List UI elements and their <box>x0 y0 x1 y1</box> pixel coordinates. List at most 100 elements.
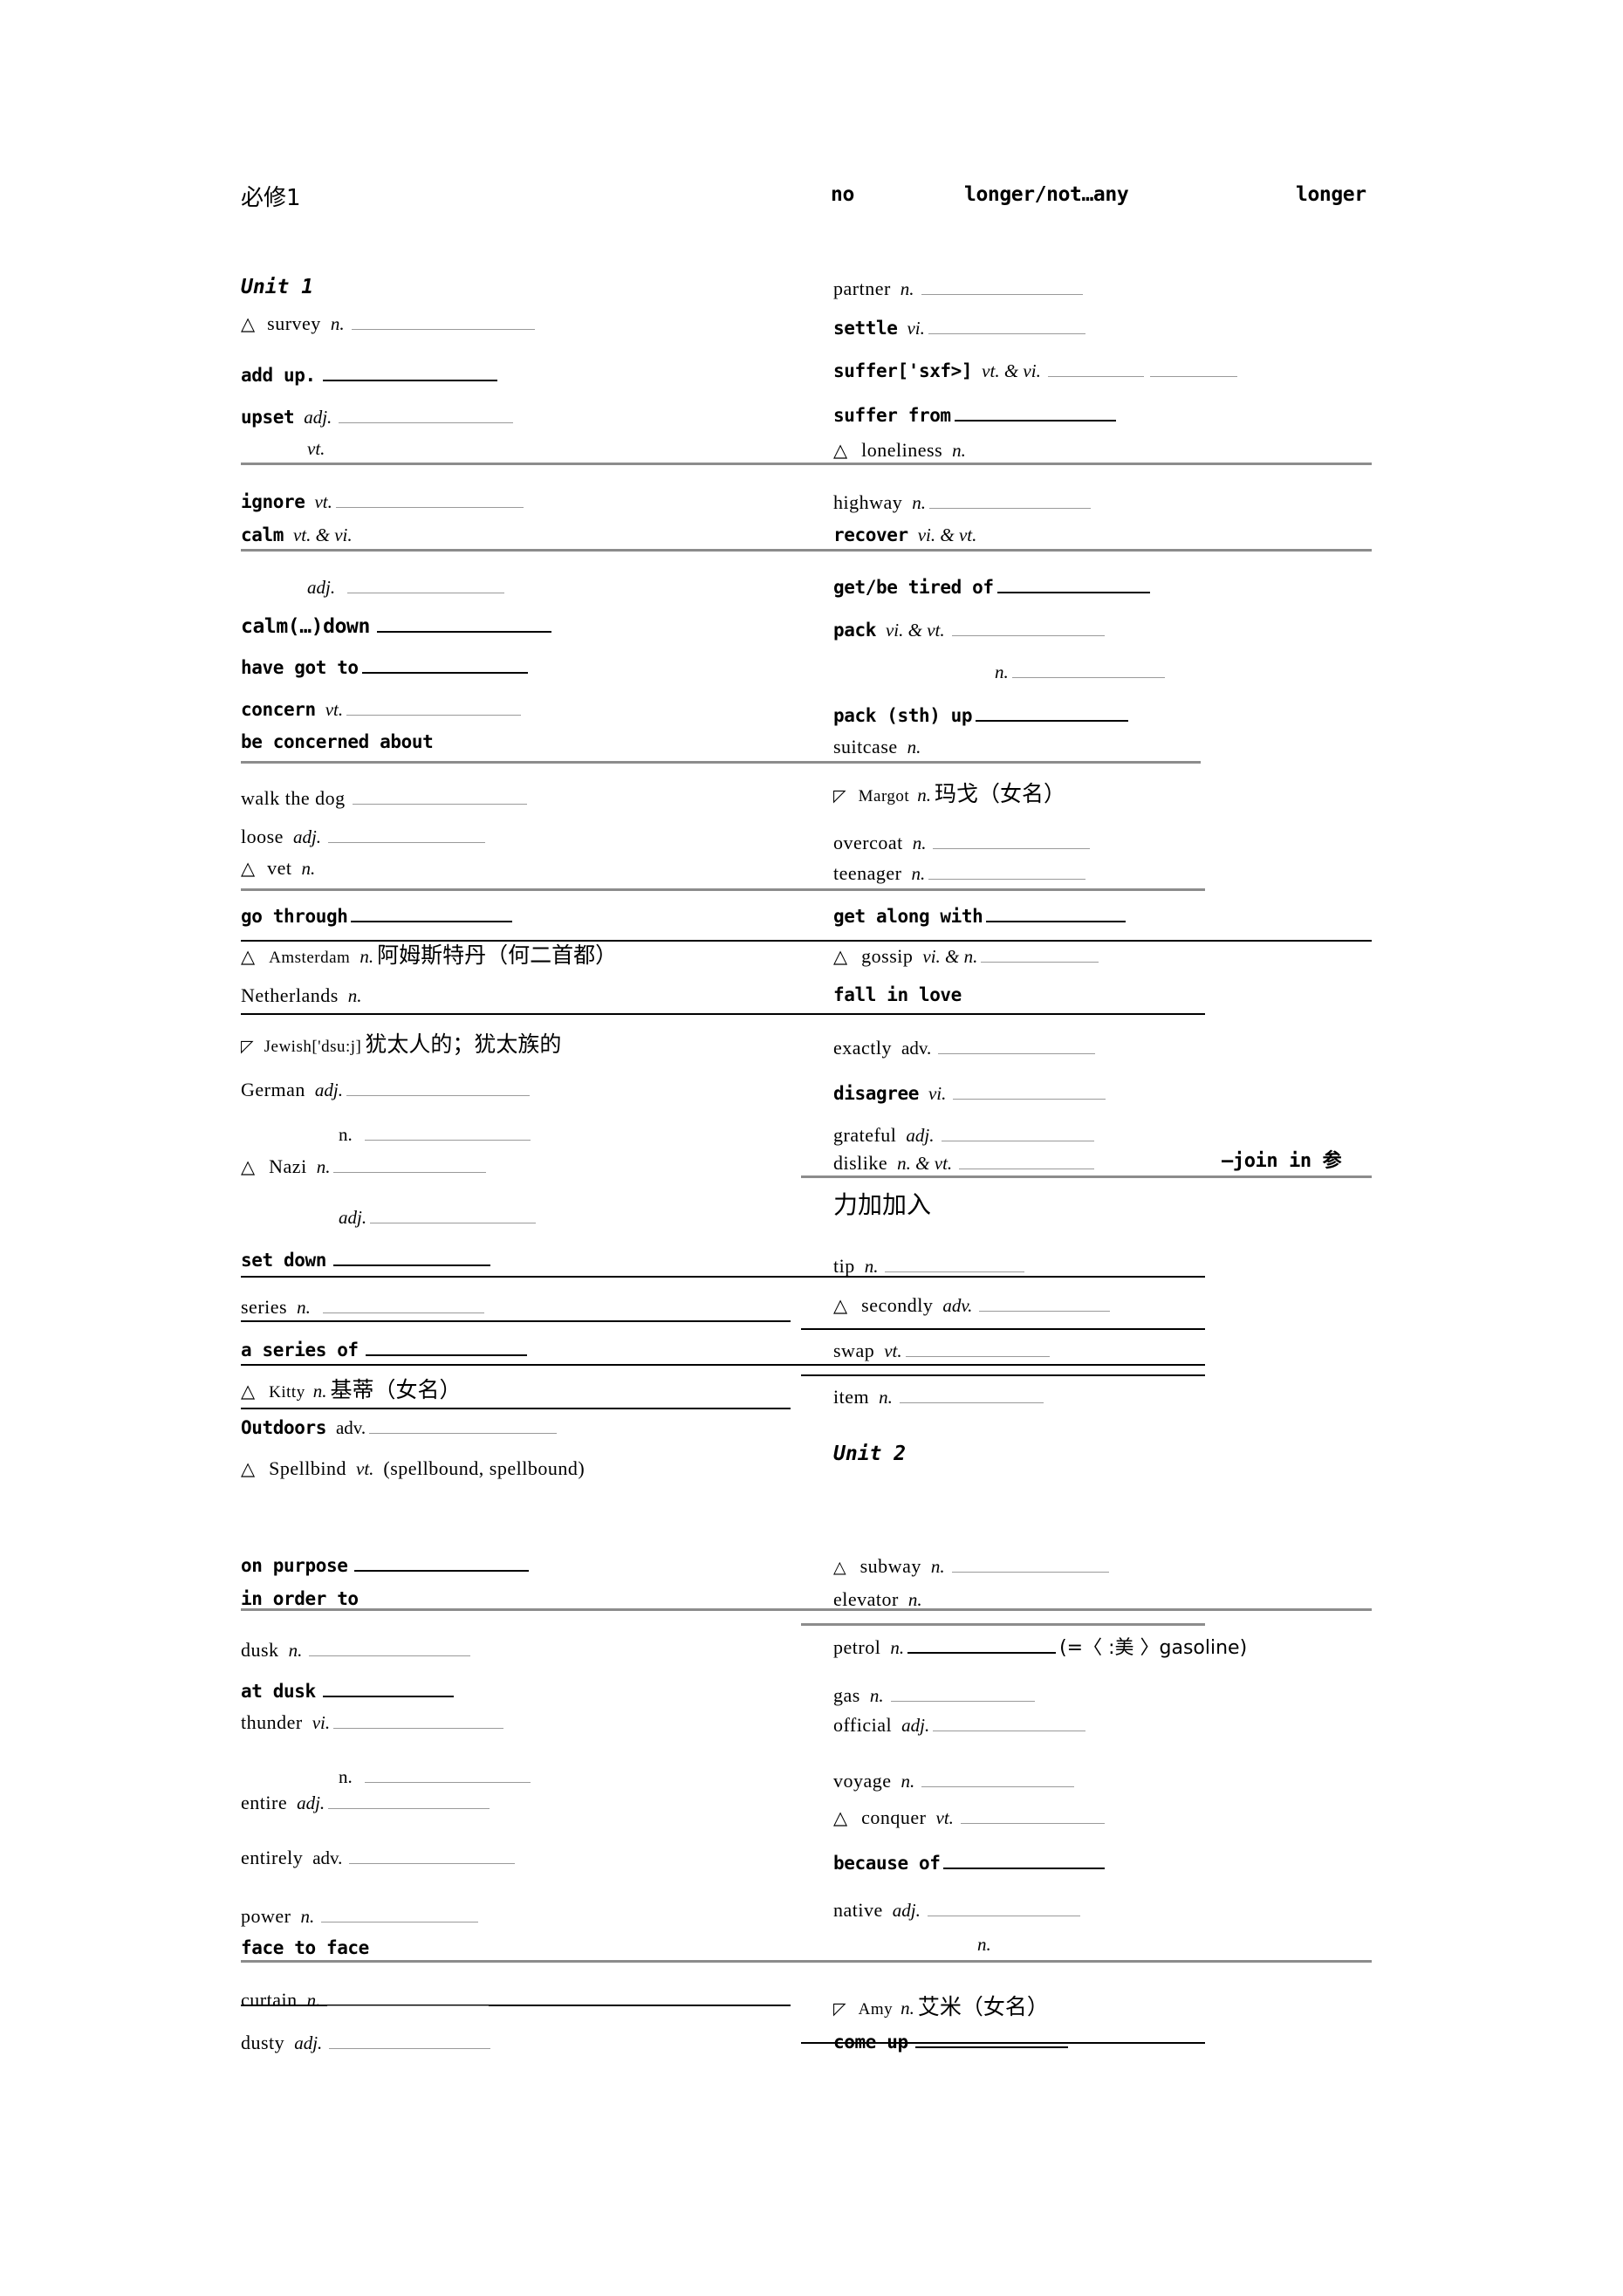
part-of-speech: n. & vt. <box>897 1153 953 1174</box>
answer-blank[interactable] <box>921 281 1083 295</box>
answer-blank[interactable] <box>332 1251 490 1267</box>
answer-blank[interactable] <box>351 908 513 923</box>
answer-blank[interactable] <box>890 1688 1035 1702</box>
answer-blank[interactable] <box>986 908 1127 923</box>
answer-blank[interactable] <box>941 1127 1094 1141</box>
entry-suitcase: suitcase n. <box>833 737 921 757</box>
answer-blank[interactable] <box>364 1127 531 1141</box>
answer-blank[interactable] <box>959 1155 1095 1169</box>
answer-blank[interactable] <box>369 1420 558 1434</box>
answer-blank[interactable] <box>364 1769 531 1783</box>
headword: disagree <box>833 1083 919 1104</box>
answer-blank[interactable] <box>928 320 1085 334</box>
answer-blank[interactable] <box>347 579 505 593</box>
answer-blank[interactable] <box>933 835 1091 849</box>
answer-blank[interactable] <box>328 829 486 843</box>
separator-rule <box>241 888 1205 891</box>
answer-blank[interactable] <box>927 1902 1080 1916</box>
headword: Amy <box>858 2000 894 2018</box>
headword: fall in love <box>833 984 962 1005</box>
answer-blank[interactable] <box>309 1642 471 1656</box>
answer-blank[interactable] <box>346 1082 530 1096</box>
answer-blank[interactable] <box>1149 363 1237 377</box>
answer-blank[interactable] <box>333 1715 504 1729</box>
answer-blank[interactable] <box>976 707 1129 723</box>
answer-blank[interactable] <box>370 1210 537 1223</box>
answer-blank[interactable] <box>929 495 1092 509</box>
answer-blank[interactable] <box>329 2035 491 2049</box>
headword: walk the dog <box>241 787 346 809</box>
entry-add-up: add up. <box>241 367 497 385</box>
entry-overcoat: overcoat n. <box>833 833 1091 853</box>
headword: pack <box>833 620 876 641</box>
answer-blank[interactable] <box>938 1040 1096 1054</box>
triangle-marker: ◸ <box>833 786 846 805</box>
headword: be concerned about <box>241 731 434 752</box>
headword: dusk <box>241 1639 279 1661</box>
answer-blank[interactable] <box>933 1717 1086 1731</box>
answer-blank[interactable] <box>321 1909 479 1922</box>
part-of-speech: vi. <box>928 1083 947 1104</box>
answer-blank[interactable] <box>954 407 1116 422</box>
entry-german: German adj. <box>241 1080 530 1100</box>
headword: gossip <box>861 945 914 967</box>
headword: German <box>241 1079 305 1100</box>
answer-blank[interactable] <box>943 1854 1106 1870</box>
headword: Margot <box>858 787 910 805</box>
answer-blank[interactable] <box>352 791 527 805</box>
headword: at dusk <box>241 1681 316 1703</box>
answer-blank[interactable] <box>346 702 522 716</box>
answer-blank[interactable] <box>1011 664 1165 678</box>
answer-blank[interactable] <box>376 618 551 633</box>
answer-blank[interactable] <box>951 622 1105 636</box>
answer-blank[interactable] <box>361 659 528 675</box>
answer-blank[interactable] <box>339 409 514 423</box>
answer-blank[interactable] <box>322 367 497 382</box>
answer-blank[interactable] <box>905 1343 1050 1357</box>
answer-blank[interactable] <box>914 2033 1068 2049</box>
answer-blank[interactable] <box>335 494 524 508</box>
entry-recover: recover vi. & vt. <box>833 526 976 545</box>
answer-blank[interactable] <box>365 1341 527 1357</box>
headword: vet <box>267 857 292 879</box>
entry-because-of: because of <box>833 1854 1106 1873</box>
answer-blank[interactable] <box>322 1299 484 1313</box>
answer-blank[interactable] <box>960 1810 1105 1824</box>
part-of-speech: vt. <box>307 438 325 459</box>
answer-blank[interactable] <box>322 1683 454 1698</box>
answer-blank[interactable] <box>996 579 1150 594</box>
header-phrase-part-2: longer/not…any <box>964 183 1129 206</box>
answer-blank[interactable] <box>921 1773 1075 1787</box>
answer-blank[interactable] <box>907 1639 1057 1654</box>
answer-blank[interactable] <box>327 1992 490 2006</box>
headword: in order to <box>241 1588 359 1609</box>
part-of-speech: n. <box>288 1640 303 1661</box>
part-of-speech: vt. & vi. <box>982 360 1041 381</box>
answer-blank[interactable] <box>328 1795 490 1809</box>
answer-blank[interactable] <box>951 1559 1109 1573</box>
part-of-speech: n. <box>900 278 914 299</box>
answer-blank[interactable] <box>333 1159 487 1173</box>
headword: gas <box>833 1684 860 1706</box>
headword: power <box>241 1905 291 1927</box>
headword: have got to <box>241 657 359 679</box>
answer-blank[interactable] <box>899 1389 1044 1403</box>
separator-rule <box>241 463 1372 465</box>
answer-blank[interactable] <box>953 1086 1106 1100</box>
answer-blank[interactable] <box>979 1298 1111 1312</box>
entry-entire: entire adj. <box>241 1793 490 1813</box>
part-of-speech: n. <box>917 785 931 805</box>
answer-blank[interactable] <box>928 866 1086 880</box>
separator-rule <box>801 1328 1205 1330</box>
answer-blank[interactable] <box>981 949 1099 963</box>
usage-note: (=〈 :美 〉gasoline) <box>1059 1637 1248 1659</box>
separator-rule <box>241 1320 791 1322</box>
answer-blank[interactable] <box>1047 363 1144 377</box>
answer-blank[interactable] <box>354 1557 530 1573</box>
answer-blank[interactable] <box>351 316 535 330</box>
part-of-speech: n. <box>930 1556 945 1577</box>
separator-rule <box>801 1175 1372 1178</box>
answer-blank[interactable] <box>349 1850 516 1864</box>
answer-blank[interactable] <box>885 1258 1025 1272</box>
headword: suitcase <box>833 736 898 757</box>
